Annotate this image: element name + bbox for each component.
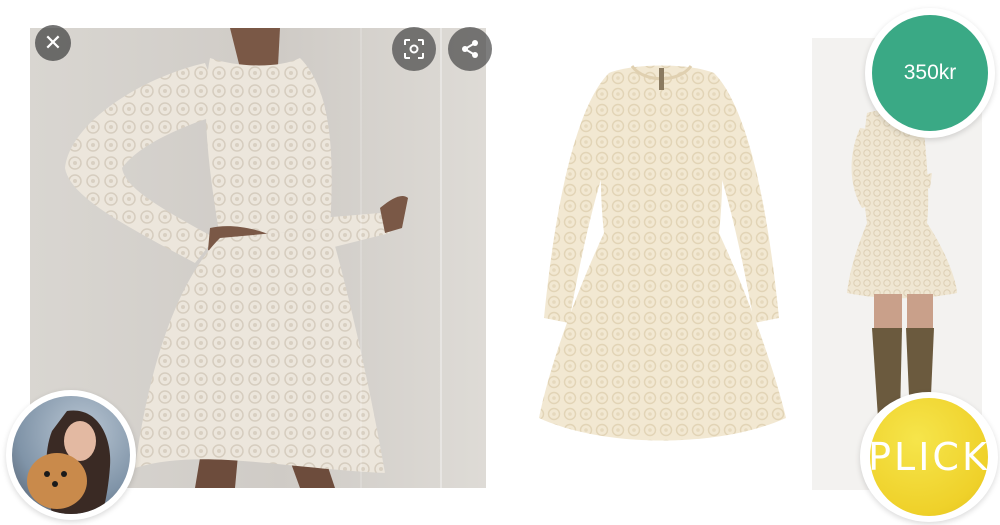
close-icon: ✕ <box>43 30 63 55</box>
product-photo[interactable] <box>514 38 809 500</box>
price-badge: 350kr <box>865 8 995 138</box>
seller-avatar[interactable] <box>6 390 136 520</box>
lens-button[interactable] <box>392 27 436 71</box>
price-label: 350kr <box>903 61 957 84</box>
plick-label: PLICK <box>868 435 990 479</box>
close-button[interactable]: ✕ <box>35 25 71 61</box>
wall-panel-line <box>440 28 442 488</box>
lens-icon <box>404 39 424 59</box>
avatar-photo <box>27 410 111 514</box>
flatlay-dress-illustration <box>539 65 786 441</box>
share-button[interactable] <box>448 27 492 71</box>
share-icon <box>462 40 478 58</box>
plick-button[interactable]: PLICK <box>860 392 998 522</box>
wall-panel-line <box>360 28 362 488</box>
